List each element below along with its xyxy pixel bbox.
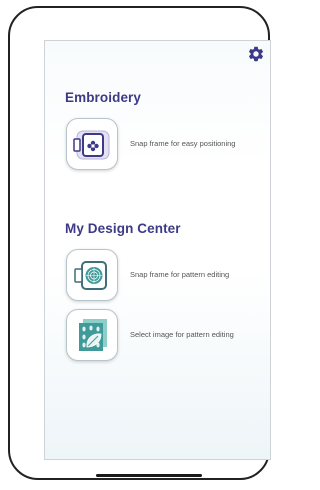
design-image-select-icon — [66, 309, 118, 361]
snap-frame-design-button[interactable]: Snap frame for pattern editing — [66, 249, 266, 301]
gear-icon[interactable] — [247, 45, 265, 63]
app-screen: Embroidery Snap frame for easy positioni… — [44, 40, 271, 460]
select-image-button[interactable]: Select image for pattern editing — [66, 309, 266, 361]
design-frame-snap-icon — [66, 249, 118, 301]
home-indicator[interactable] — [96, 474, 202, 477]
embroidery-section-title: Embroidery — [65, 90, 142, 105]
select-image-label: Select image for pattern editing — [130, 329, 234, 339]
snap-frame-embroidery-button[interactable]: Snap frame for easy positioning — [66, 118, 266, 170]
snap-frame-embroidery-label: Snap frame for easy positioning — [130, 138, 236, 148]
design-center-section-title: My Design Center — [65, 221, 181, 236]
snap-frame-design-label: Snap frame for pattern editing — [130, 269, 230, 279]
embroidery-frame-snap-icon — [66, 118, 118, 170]
phone-frame: Embroidery Snap frame for easy positioni… — [8, 6, 271, 480]
